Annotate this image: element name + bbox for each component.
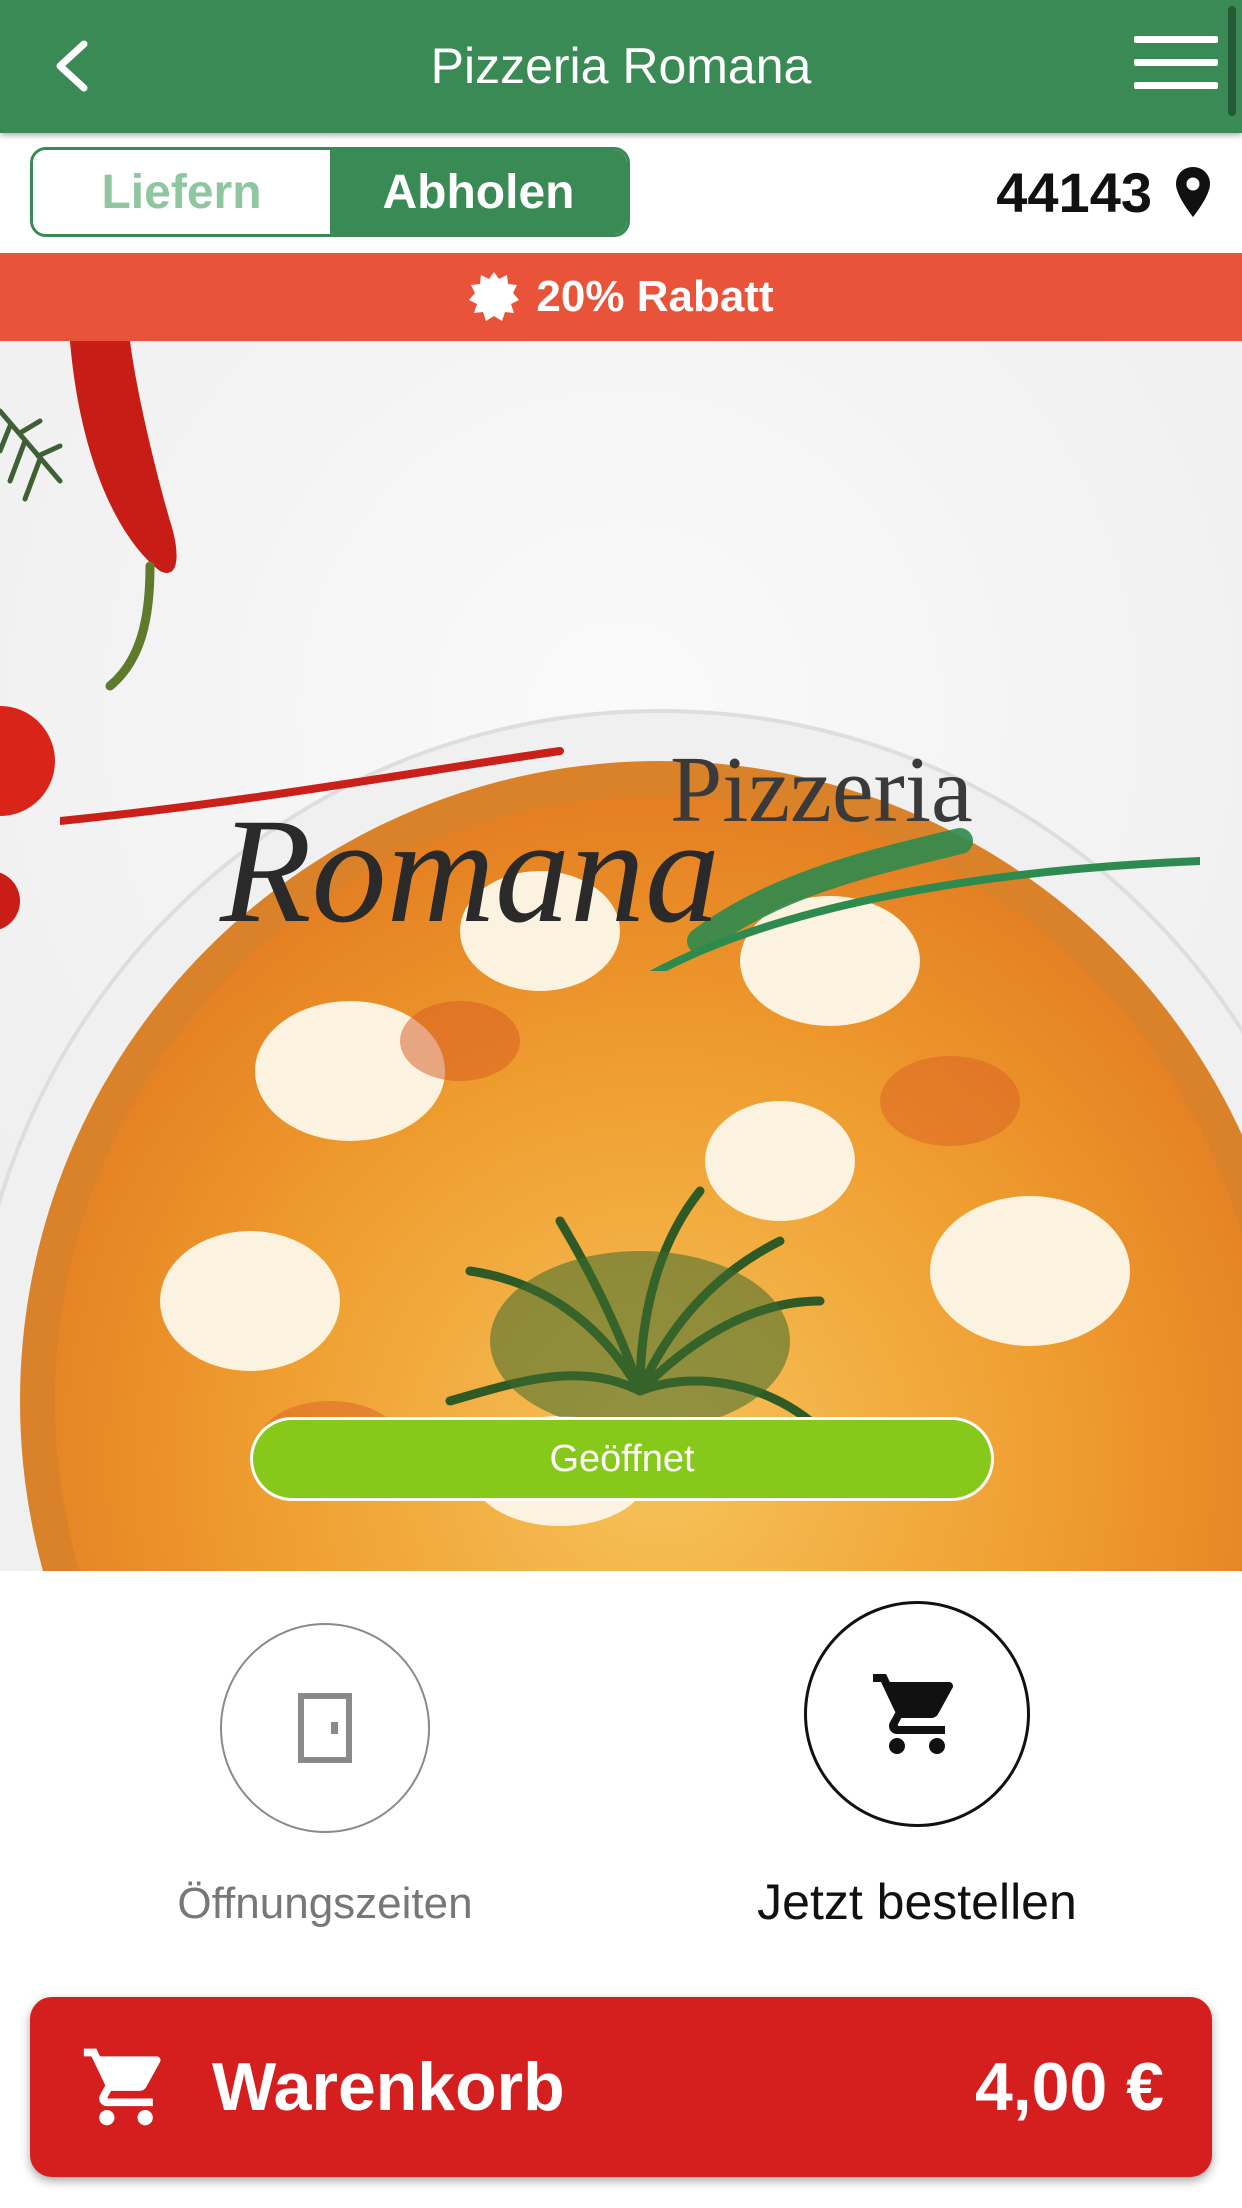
opening-hours-button[interactable]: Öffnungszeiten (115, 1623, 535, 1929)
toggle-abholen[interactable]: Abholen (330, 150, 627, 234)
delivery-pickup-toggle: Liefern Abholen (30, 147, 630, 237)
cart-icon (83, 2048, 161, 2126)
order-now-label: Jetzt bestellen (757, 1874, 1077, 1930)
location-zip[interactable]: 44143 (996, 147, 1212, 237)
opening-hours-circle (220, 1623, 430, 1833)
quick-actions: Öffnungszeiten Jetzt bestellen (0, 1571, 1242, 1991)
page-title: Pizzeria Romana (430, 38, 812, 94)
badge-icon (469, 272, 520, 321)
order-mode-row: Liefern Abholen 44143 (0, 133, 1242, 253)
cart-total: 4,00 € (974, 2049, 1164, 2125)
toggle-liefern[interactable]: Liefern (33, 150, 330, 234)
hero-image: Pizzeria Romana Geöffnet (0, 341, 1242, 1571)
cart-icon (873, 1674, 954, 1754)
pizzeria-romana-logo: Pizzeria Romana (60, 738, 1200, 971)
opening-hours-label: Öffnungszeiten (177, 1879, 473, 1928)
logo-text-romana: Romana (219, 788, 720, 954)
hamburger-icon (1134, 36, 1218, 43)
promo-text: 20% Rabatt (536, 272, 774, 321)
cart-button[interactable]: Warenkorb 4,00 € (30, 1997, 1212, 2177)
promo-banner[interactable]: 20% Rabatt (0, 253, 1242, 341)
menu-button[interactable] (1134, 36, 1218, 98)
zip-code: 44143 (996, 160, 1152, 224)
order-now-button[interactable]: Jetzt bestellen (707, 1601, 1127, 1931)
open-status-badge[interactable]: Geöffnet (250, 1417, 994, 1501)
app-header: Pizzeria Romana (0, 0, 1242, 133)
door-icon (298, 1693, 352, 1763)
map-pin-icon (1176, 167, 1210, 217)
order-now-circle (804, 1601, 1030, 1827)
cart-label: Warenkorb (212, 2049, 565, 2125)
scroll-indicator (1228, 6, 1236, 116)
